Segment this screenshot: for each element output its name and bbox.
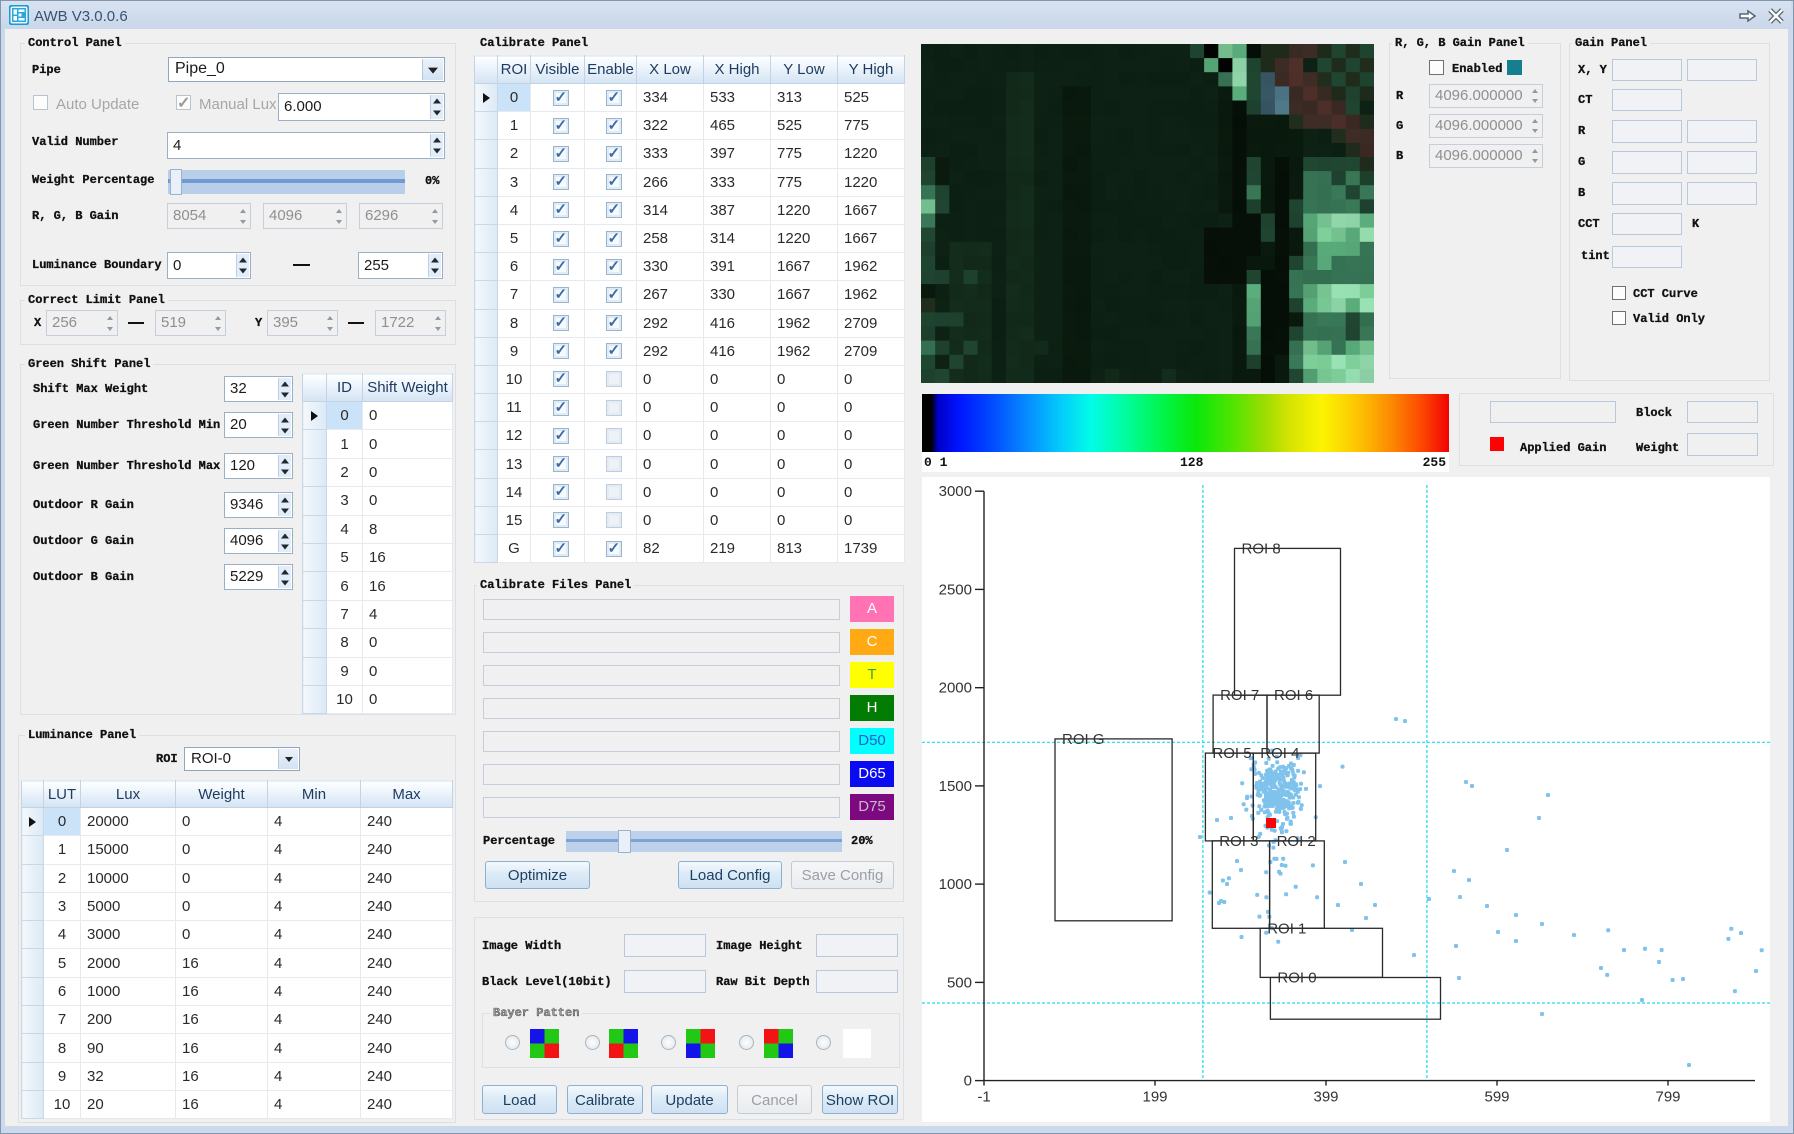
- svg-text:500: 500: [947, 974, 972, 991]
- svg-text:ROI G: ROI G: [1062, 731, 1105, 748]
- svg-text:1500: 1500: [939, 778, 972, 795]
- svg-text:799: 799: [1655, 1089, 1680, 1106]
- svg-text:1000: 1000: [939, 876, 972, 893]
- svg-text:2000: 2000: [939, 680, 972, 697]
- svg-text:599: 599: [1484, 1089, 1509, 1106]
- svg-text:2500: 2500: [939, 581, 972, 598]
- svg-text:-1: -1: [977, 1089, 990, 1106]
- svg-text:199: 199: [1142, 1089, 1167, 1106]
- svg-text:399: 399: [1313, 1089, 1338, 1106]
- svg-text:3000: 3000: [939, 483, 972, 500]
- svg-text:ROI 8: ROI 8: [1242, 540, 1281, 557]
- svg-text:0: 0: [964, 1073, 972, 1090]
